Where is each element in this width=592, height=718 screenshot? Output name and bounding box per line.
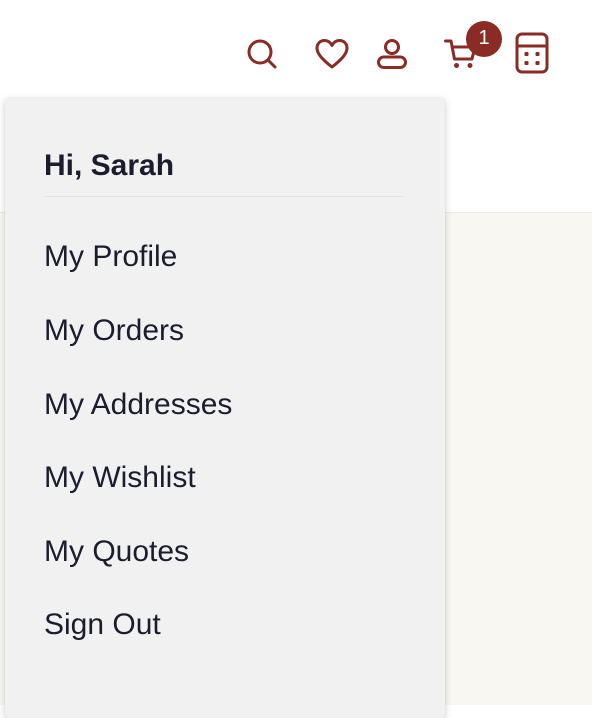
calculator-icon — [515, 32, 549, 74]
cart-count-badge: 1 — [466, 21, 502, 57]
wishlist-button[interactable] — [312, 34, 352, 74]
menu-item-my-orders[interactable]: My Orders — [44, 313, 184, 349]
user-greeting: Hi, Sarah — [44, 149, 175, 182]
heart-icon — [315, 39, 349, 69]
menu-item-my-quotes[interactable]: My Quotes — [44, 534, 189, 570]
account-button[interactable] — [372, 34, 412, 74]
menu-item-sign-out[interactable]: Sign Out — [44, 607, 161, 643]
menu-item-my-addresses[interactable]: My Addresses — [44, 387, 232, 423]
menu-item-my-wishlist[interactable]: My Wishlist — [44, 460, 196, 496]
search-button[interactable] — [242, 34, 282, 74]
menu-item-my-profile[interactable]: My Profile — [44, 239, 177, 275]
account-dropdown-menu: Hi, Sarah My Profile My Orders My Addres… — [5, 98, 445, 718]
menu-divider — [44, 196, 404, 197]
search-icon — [247, 39, 277, 69]
user-icon — [377, 39, 407, 69]
calculator-button[interactable] — [512, 32, 552, 74]
